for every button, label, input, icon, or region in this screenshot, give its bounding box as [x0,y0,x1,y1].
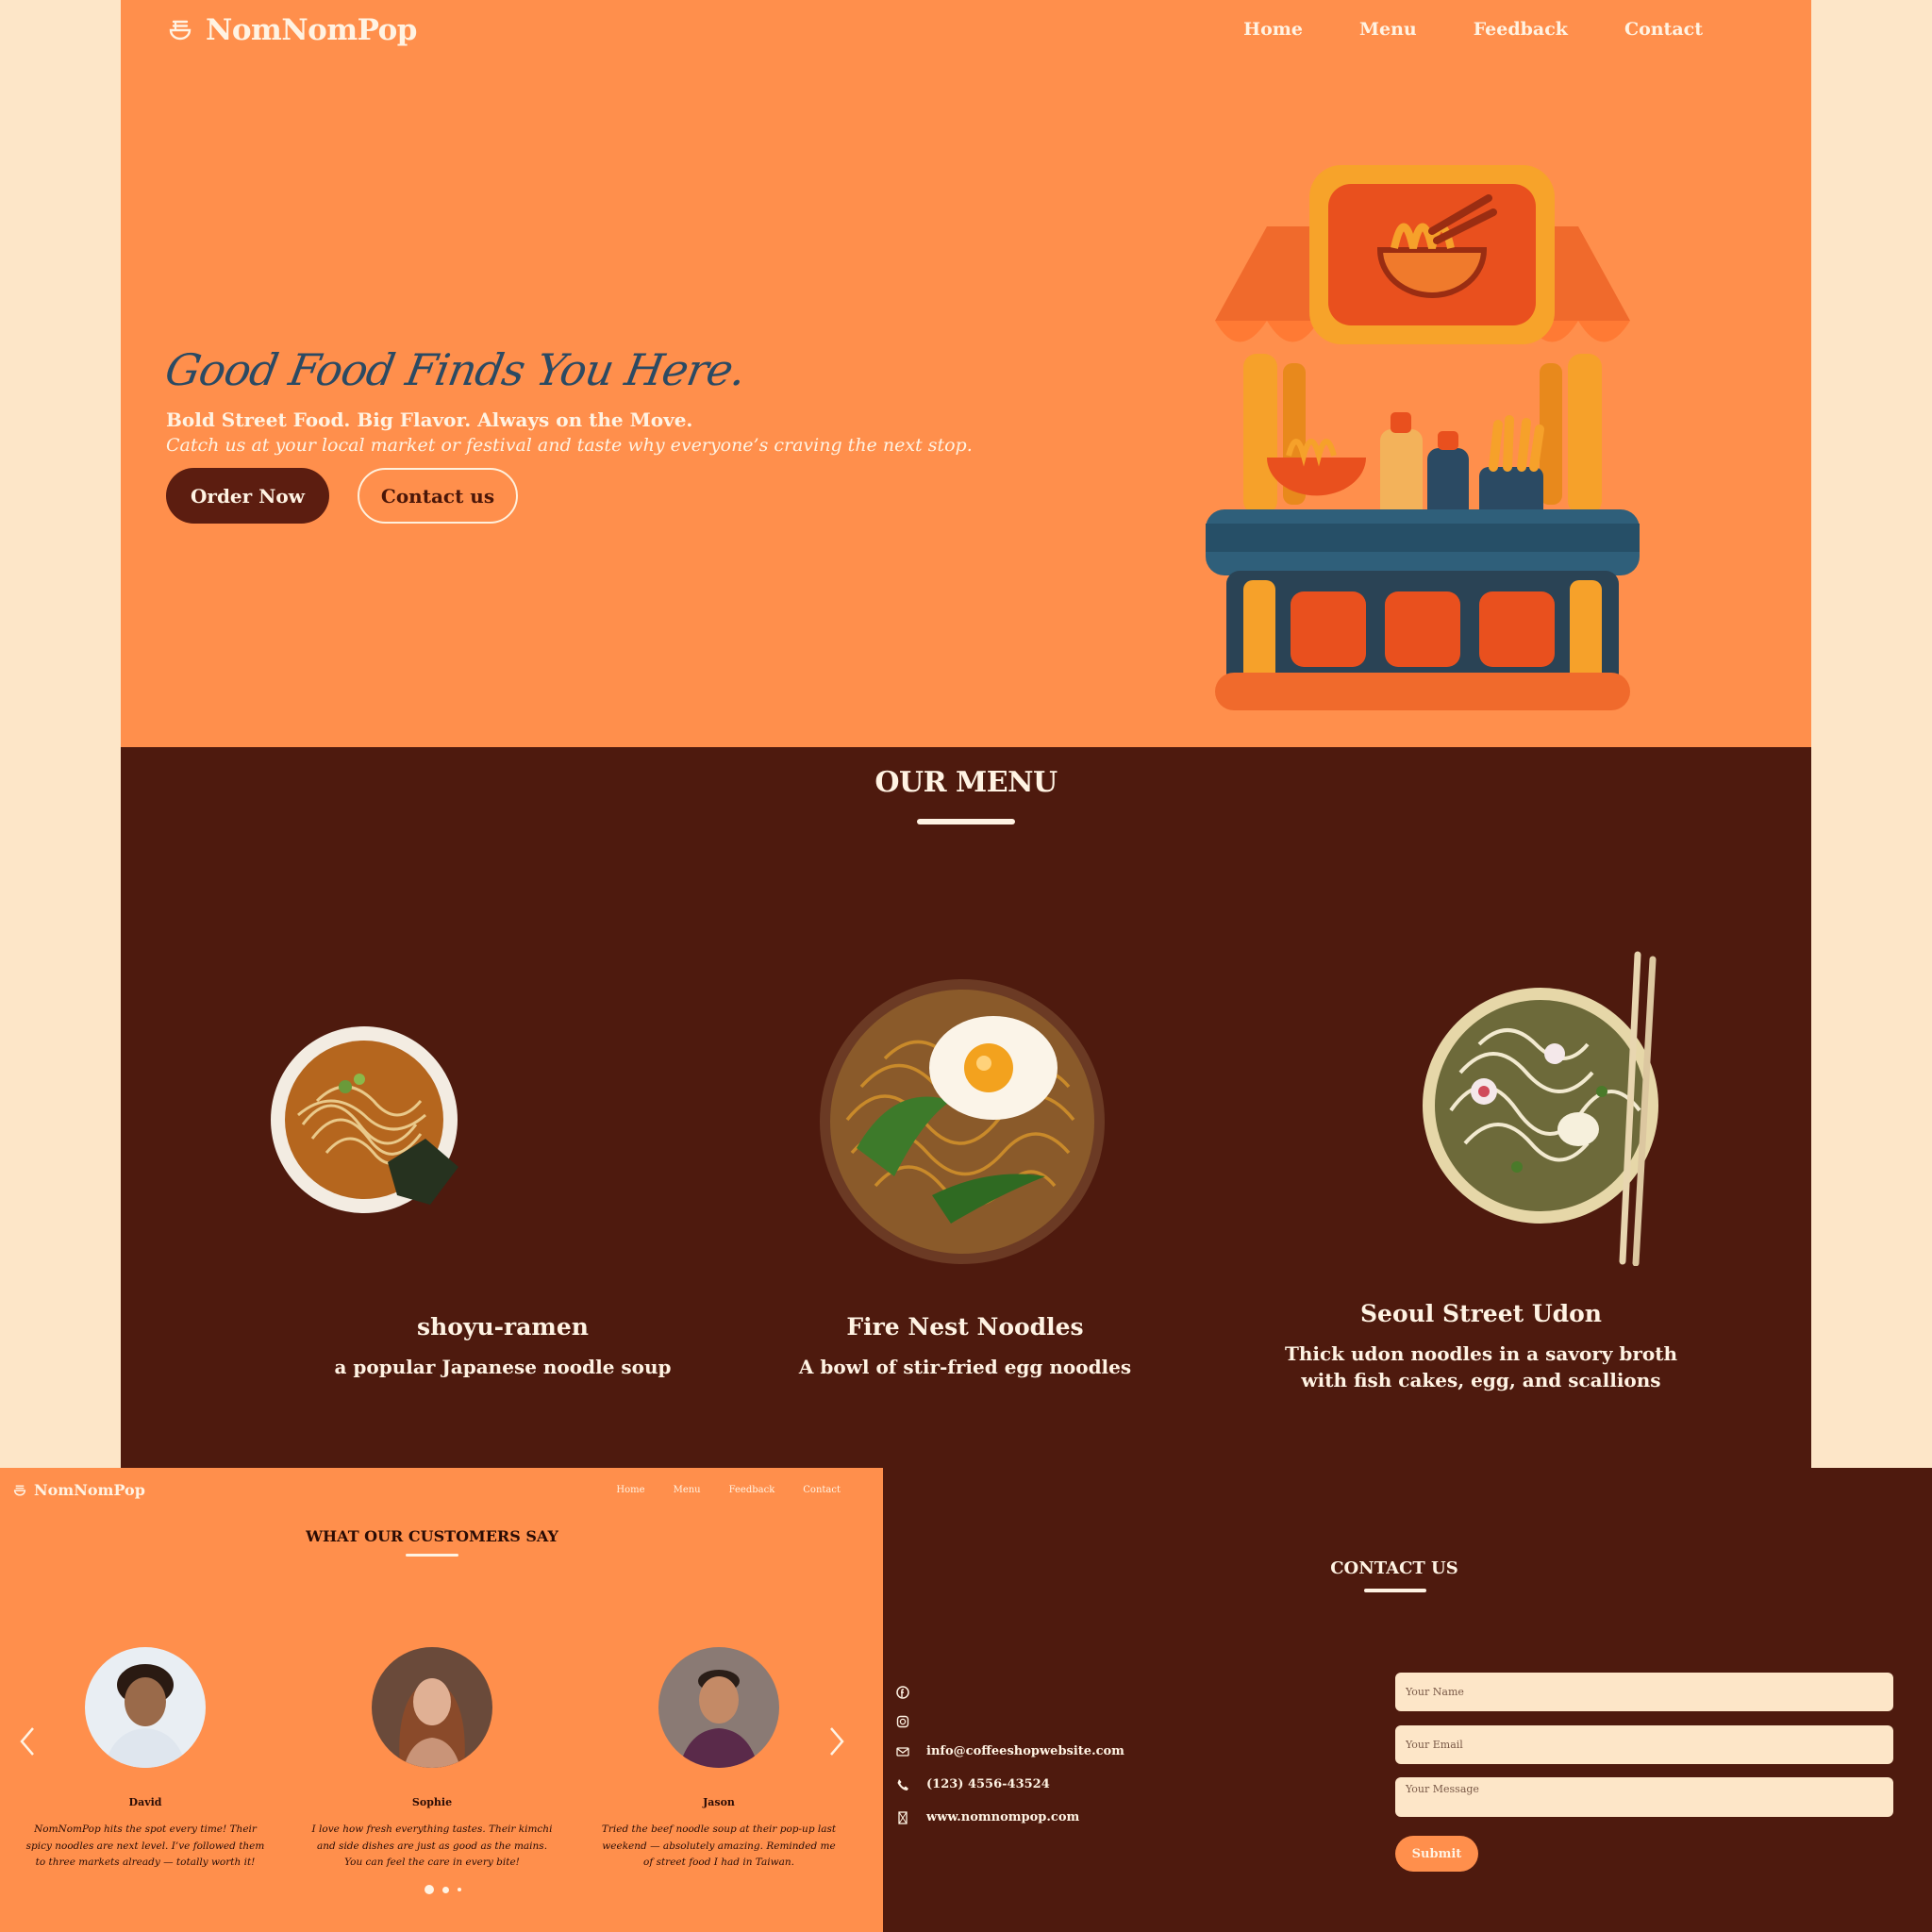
nav-feedback[interactable]: Feedback [1474,19,1568,40]
customer-name: Jason [703,1796,735,1808]
contact-phone: (123) 4556-43524 [926,1777,1050,1791]
menu-item-name: Fire Nest Noodles [846,1313,1084,1341]
brand-name: NomNomPop [206,13,417,47]
menu-item-description: a popular Japanese noodle soup [334,1356,672,1378]
menu-item-fire-nest-noodles[interactable]: Fire Nest Noodles A bowl of stir-fried e… [701,1313,1229,1380]
hero-tagline: Good Food Finds You Here. [161,344,750,395]
brand-name: NomNomPop [34,1481,145,1499]
website-info[interactable]: www.nomnompop.com [896,1810,1079,1824]
carousel-dot[interactable] [425,1885,434,1894]
hero-section: NomNomPop Home Menu Feedback Contact Goo… [121,0,1811,747]
customer-name: Sophie [411,1796,453,1808]
customer-quote: I love how fresh everything tastes. Thei… [311,1824,553,1868]
avatar [658,1647,779,1768]
carousel-dots [425,1885,461,1894]
nav-home[interactable]: Home [616,1485,644,1495]
testimonials-title: WHAT OUR CUSTOMERS SAY [306,1527,558,1545]
menu-item-seoul-street-udon[interactable]: Seoul Street Udon Thick udon noodles in … [1283,1300,1679,1393]
testimonials-section: NomNomPop Home Menu Feedback Contact WHA… [0,1468,883,1932]
phone-icon [897,1778,908,1790]
contact-section: CONTACT US info@coffeeshopwebsite.com (1… [883,1468,1932,1932]
menu-title-underline [917,819,1015,824]
customer-quote: Tried the beef noodle soup at their pop-… [601,1824,837,1868]
customer-quote: NomNomPop hits the spot every time! Thei… [25,1824,265,1868]
noodle-bowl-icon [13,1484,26,1495]
site-logo[interactable]: NomNomPop [168,13,417,47]
nav-menu[interactable]: Menu [674,1485,701,1495]
phone-info[interactable]: (123) 4556-43524 [896,1777,1050,1791]
testimonial-card: Sophie I love how fresh everything taste… [309,1647,555,1872]
site-logo[interactable]: NomNomPop [13,1481,145,1499]
submit-button[interactable]: Submit [1395,1836,1478,1872]
carousel-dot[interactable] [442,1886,449,1893]
hero-description: Catch us at your local market or festiva… [166,435,973,456]
chevron-left-icon[interactable] [16,1724,39,1758]
hero-buttons: Order Now Contact us [166,468,1015,524]
message-field[interactable] [1395,1777,1893,1817]
landing-page: NomNomPop Home Menu Feedback Contact Goo… [121,0,1811,1468]
facebook-link[interactable] [896,1686,909,1699]
menu-item-name: Seoul Street Udon [1360,1300,1602,1327]
instagram-link[interactable] [896,1715,909,1728]
shoyu-ramen-image [271,1026,458,1213]
website-icon [898,1810,908,1824]
testimonials-title-underline [406,1554,458,1557]
testimonial-card: Jason Tried the beef noodle soup at thei… [596,1647,841,1872]
chevron-right-icon[interactable] [825,1724,848,1758]
contact-title-underline [1364,1589,1426,1592]
noodle-bowl-icon [169,20,192,41]
contact-title: CONTACT US [1330,1558,1458,1578]
contact-website: www.nomnompop.com [926,1810,1080,1824]
carousel-dot[interactable] [458,1888,461,1891]
order-now-button[interactable]: Order Now [166,468,329,524]
hero-subtitle: Bold Street Food. Big Flavor. Always on … [166,408,693,431]
menu-item-description: A bowl of stir-fried egg noodles [798,1356,1132,1378]
fire-nest-noodles-image [820,979,1105,1264]
avatar [372,1647,492,1768]
main-nav: Home Menu Feedback Contact [1243,19,1703,40]
nav-contact[interactable]: Contact [803,1485,841,1495]
instagram-icon [896,1715,909,1728]
seoul-street-udon-image [1423,951,1658,1266]
name-field[interactable] [1395,1673,1893,1711]
nav-home[interactable]: Home [1243,19,1303,40]
menu-title: OUR MENU [874,766,1058,799]
email-info[interactable]: info@coffeeshopwebsite.com [896,1744,1124,1758]
email-field[interactable] [1395,1725,1893,1764]
main-nav: Home Menu Feedback Contact [616,1485,841,1495]
menu-item-shoyu-ramen[interactable]: shoyu-ramen a popular Japanese noodle so… [239,1313,767,1380]
avatar [85,1647,206,1768]
contact-us-button[interactable]: Contact us [358,468,518,524]
nav-menu[interactable]: Menu [1359,19,1417,40]
contact-email: info@coffeeshopwebsite.com [926,1744,1124,1758]
menu-section: OUR MENU shoyu-ramen a popular Japanese … [121,747,1811,1468]
envelope-icon [896,1746,909,1757]
nav-contact[interactable]: Contact [1624,19,1703,40]
testimonial-card: David NomNomPop hits the spot every time… [23,1647,268,1872]
facebook-icon [896,1686,909,1699]
nav-feedback[interactable]: Feedback [729,1485,775,1495]
menu-item-description: Thick udon noodles in a savory broth wit… [1284,1342,1678,1391]
customer-name: David [128,1796,162,1808]
menu-item-name: shoyu-ramen [417,1313,589,1341]
food-stall-illustration [1206,165,1640,710]
hero-text: Good Food Finds You Here. Bold Street Fo… [161,344,1015,524]
